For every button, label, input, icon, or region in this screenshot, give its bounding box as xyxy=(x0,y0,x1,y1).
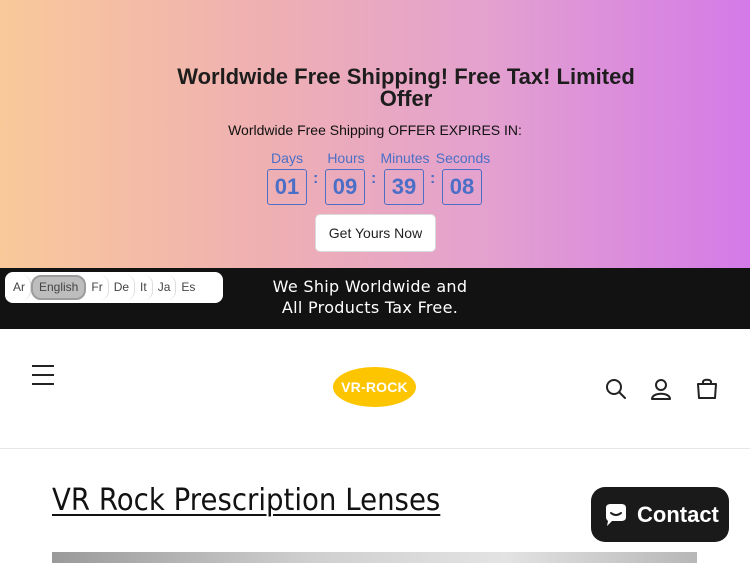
countdown-minutes-value: 39 xyxy=(384,169,424,205)
countdown-seconds-label: Seconds xyxy=(435,150,491,166)
language-option-fr[interactable]: Fr xyxy=(86,275,109,300)
language-option-es[interactable]: Es xyxy=(176,275,200,300)
countdown-minutes-label: Minutes xyxy=(380,150,430,166)
language-option-de[interactable]: De xyxy=(109,275,136,300)
logo-text: VR-ROCK xyxy=(341,379,408,395)
language-switcher: Ar English Fr De It Ja Es xyxy=(5,272,223,303)
chat-bubble-icon xyxy=(606,503,626,526)
page-title: VR Rock Prescription Lenses xyxy=(52,483,441,518)
countdown-separator: : xyxy=(313,170,319,187)
search-icon[interactable] xyxy=(603,376,629,402)
countdown-hours-value: 09 xyxy=(325,169,365,205)
countdown-days-label: Days xyxy=(271,150,303,166)
countdown-seconds-value: 08 xyxy=(442,169,482,205)
countdown-separator: : xyxy=(430,170,436,187)
announcement-text: We Ship Worldwide and All Products Tax F… xyxy=(272,277,468,317)
promo-title: Worldwide Free Shipping! Free Tax! Limit… xyxy=(177,64,635,111)
language-option-english[interactable]: English xyxy=(31,275,87,300)
chat-label: Contact xyxy=(637,501,719,527)
product-image xyxy=(52,552,697,563)
get-yours-now-button[interactable]: Get Yours Now xyxy=(315,214,436,252)
account-icon[interactable] xyxy=(648,376,674,402)
countdown-days-value: 01 xyxy=(267,169,307,205)
site-logo[interactable]: VR-ROCK xyxy=(333,367,416,407)
promo-subtitle: Worldwide Free Shipping OFFER EXPIRES IN… xyxy=(228,122,522,138)
language-option-ja[interactable]: Ja xyxy=(153,275,177,300)
language-option-ar[interactable]: Ar xyxy=(8,275,31,300)
menu-icon[interactable] xyxy=(32,365,54,385)
countdown-hours-label: Hours xyxy=(327,150,365,166)
language-option-it[interactable]: It xyxy=(135,275,153,300)
countdown-separator: : xyxy=(371,170,377,187)
contact-chat-button[interactable]: Contact xyxy=(591,487,729,542)
cart-icon[interactable] xyxy=(694,376,720,402)
